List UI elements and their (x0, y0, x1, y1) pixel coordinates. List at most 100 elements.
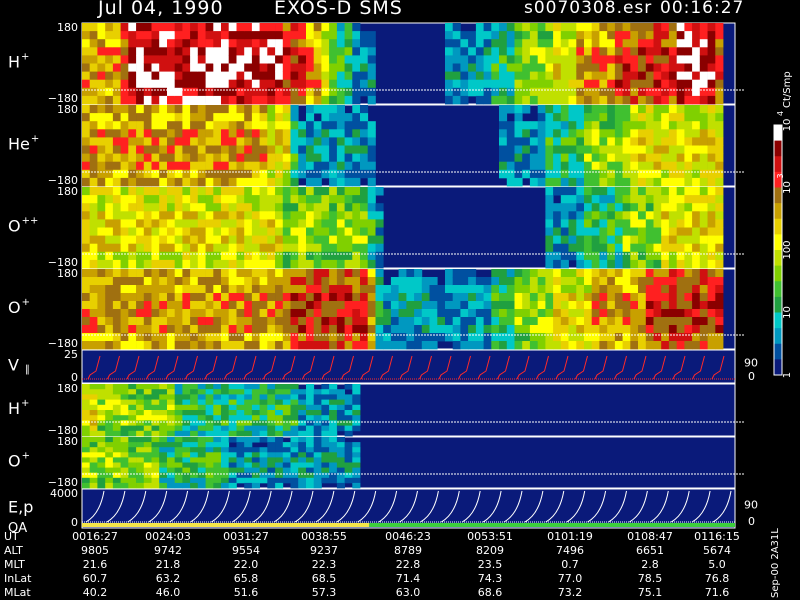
heatmap-cell (553, 301, 562, 310)
heatmap-cell (97, 23, 106, 32)
heatmap-cell (167, 227, 176, 236)
heatmap-cell (398, 309, 407, 318)
heatmap-cell (282, 301, 291, 310)
heatmap-cell (221, 227, 230, 236)
heatmap-cell (112, 129, 121, 138)
heatmap-cell (313, 87, 322, 97)
heatmap-cell (676, 293, 685, 302)
heatmap-cell (684, 243, 693, 253)
heatmap-cell (568, 235, 577, 245)
colorbar-tick-exponent: 3 (776, 173, 785, 178)
panel-4-subscript: ∥ (25, 365, 30, 376)
heatmap-cell (306, 31, 315, 40)
heatmap-cell (89, 121, 98, 130)
heatmap-cell (352, 95, 361, 105)
heatmap-cell (259, 415, 268, 421)
heatmap-cell (251, 129, 260, 138)
heatmap-cell (599, 301, 608, 310)
heatmap-cell (120, 269, 129, 278)
heatmap-cell (491, 317, 500, 326)
heatmap-cell (236, 472, 245, 479)
heatmap-cell (367, 153, 376, 163)
heatmap-cell (182, 243, 191, 253)
heatmap-cell (282, 31, 291, 40)
heatmap-cell (120, 301, 129, 310)
heatmap-cell (159, 219, 168, 228)
heatmap-cell (313, 145, 322, 154)
heatmap-cell (329, 293, 338, 302)
heatmap-cell (499, 309, 508, 318)
heatmap-cell (306, 243, 315, 253)
heatmap-cell (167, 87, 176, 97)
heatmap-cell (568, 23, 577, 32)
heatmap-cell (321, 63, 330, 72)
heatmap-cell (676, 23, 685, 32)
ephemeris-cell: 0024:03 (145, 530, 191, 543)
heatmap-cell (105, 389, 114, 395)
heatmap-cell (136, 145, 145, 154)
heatmap-cell (622, 137, 631, 146)
heatmap-cell (97, 219, 106, 228)
heatmap-cell (545, 219, 554, 228)
heatmap-cell (105, 55, 114, 64)
heatmap-cell (313, 39, 322, 48)
heatmap-cell (228, 285, 237, 294)
heatmap-cell (367, 293, 376, 302)
heatmap-cell (89, 472, 98, 479)
heatmap-cell (213, 137, 222, 146)
heatmap-cell (614, 227, 623, 236)
heatmap-cell (205, 333, 214, 342)
heatmap-cell (221, 325, 230, 334)
heatmap-cell (228, 341, 237, 350)
heatmap-cell (614, 285, 623, 294)
heatmap-cell (584, 293, 593, 302)
heatmap-cell (259, 420, 268, 426)
heatmap-cell (275, 394, 284, 400)
heatmap-cell (336, 389, 345, 395)
heatmap-cell (143, 341, 152, 350)
heatmap-cell (275, 137, 284, 146)
heatmap-cell (120, 71, 129, 81)
heatmap-cell (143, 195, 152, 204)
heatmap-cell (360, 333, 369, 342)
heatmap-cell (460, 63, 469, 72)
heatmap-cell (630, 203, 639, 212)
heatmap-cell (251, 79, 260, 89)
heatmap-cell (707, 31, 716, 40)
heatmap-cell (275, 404, 284, 411)
heatmap-cell (522, 39, 531, 48)
heatmap-cell (475, 87, 484, 97)
heatmap-cell (267, 219, 276, 228)
heatmap-cell (275, 31, 284, 40)
heatmap-cell (197, 384, 206, 390)
heatmap-cell (352, 187, 361, 196)
heatmap-cell (190, 87, 199, 97)
heatmap-cell (143, 243, 152, 253)
heatmap-cell (630, 177, 639, 187)
heatmap-cell (638, 71, 647, 81)
heatmap-cell (89, 203, 98, 212)
heatmap-cell (151, 259, 160, 269)
heatmap-cell (329, 251, 338, 261)
heatmap-cell (282, 161, 291, 171)
heatmap-cell (560, 227, 569, 236)
heatmap-cell (638, 301, 647, 310)
heatmap-cell (259, 187, 268, 196)
heatmap-cell (105, 105, 114, 114)
heatmap-cell (336, 410, 345, 416)
heatmap-cell (367, 203, 376, 212)
heatmap-cell (151, 420, 160, 426)
heatmap-cell (676, 301, 685, 310)
heatmap-cell (190, 457, 199, 463)
heatmap-cell (221, 203, 230, 212)
heatmap-cell (197, 211, 206, 220)
heatmap-cell (89, 425, 98, 432)
heatmap-cell (89, 187, 98, 196)
heatmap-cell (167, 71, 176, 81)
heatmap-cell (167, 285, 176, 294)
heatmap-cell (167, 203, 176, 212)
heatmap-cell (452, 47, 461, 56)
heatmap-cell (692, 153, 701, 163)
heatmap-cell (375, 227, 384, 236)
heatmap-cell (329, 325, 338, 334)
